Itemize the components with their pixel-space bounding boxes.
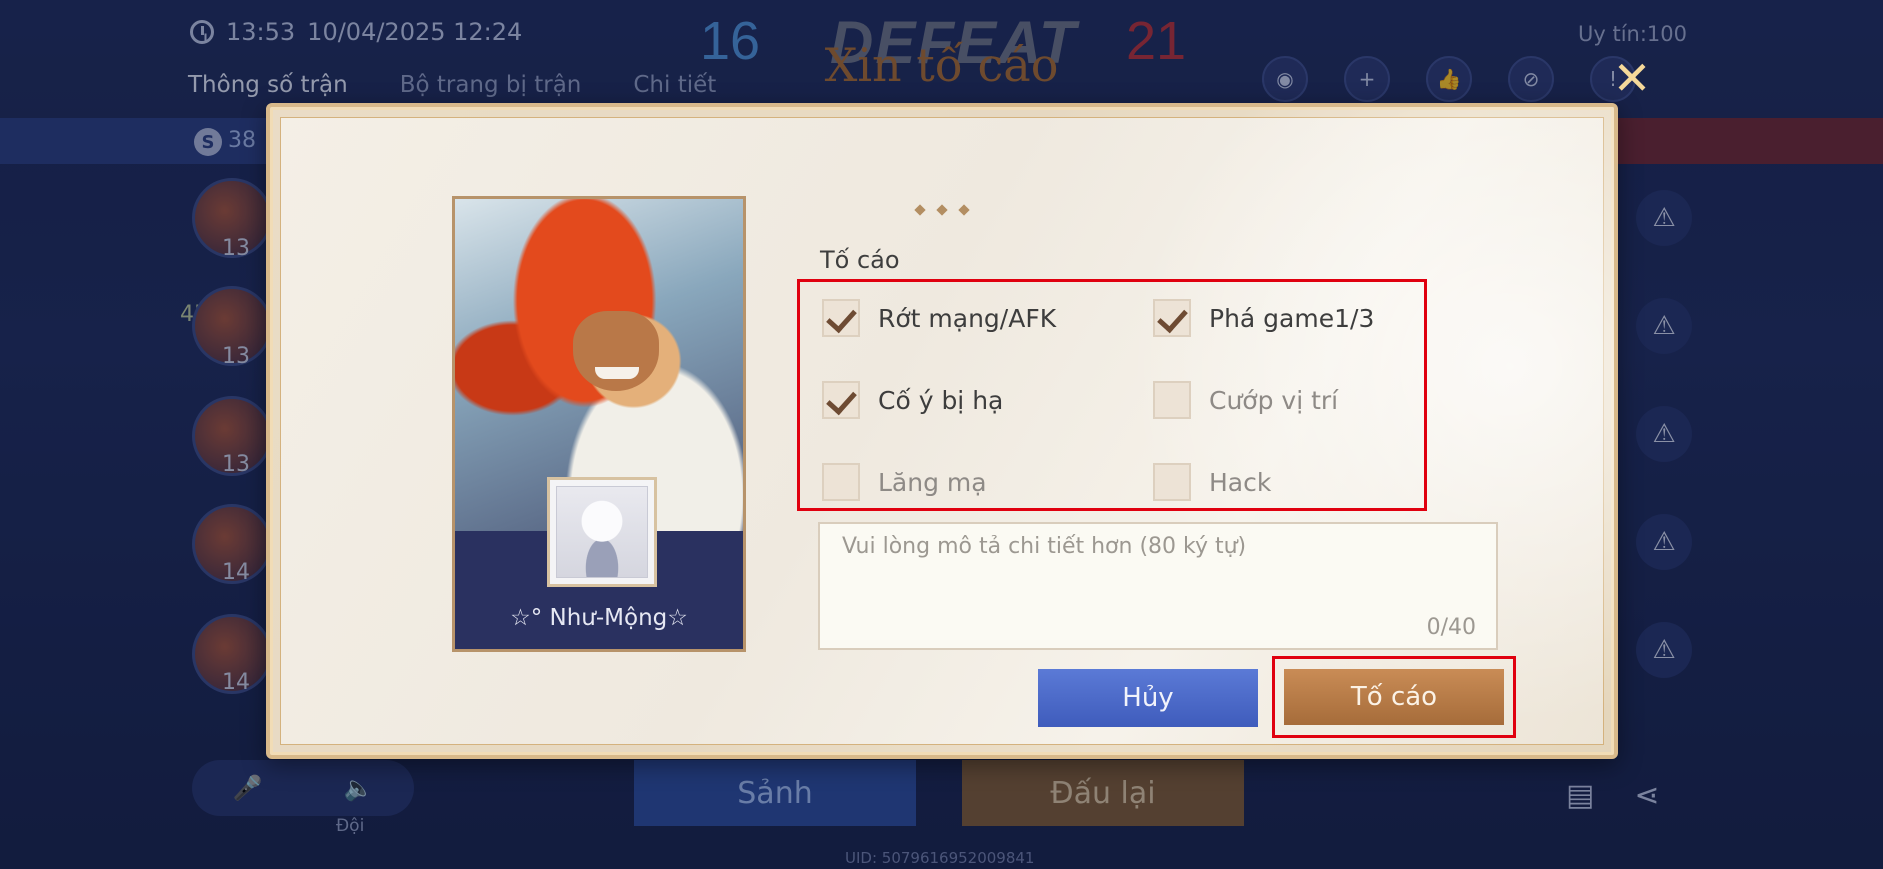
checkbox-afk[interactable] [822, 299, 860, 337]
reason-label: Cướp vị trí [1209, 385, 1339, 415]
reason-intentional-death[interactable]: Cố ý bị hạ [822, 381, 1003, 419]
reason-label: Phá game1/3 [1209, 303, 1375, 333]
reason-verbal-abuse[interactable]: Lăng mạ [822, 463, 987, 501]
close-button[interactable]: ✕ [1610, 55, 1654, 102]
reported-player-name: ☆° Như-Mộng☆ [510, 605, 688, 631]
reported-player-card: ☆° Như-Mộng☆ [452, 196, 746, 652]
reason-hack[interactable]: Hack [1153, 463, 1271, 501]
character-counter: 0/40 [1426, 615, 1476, 640]
reason-label: Rớt mạng/AFK [878, 303, 1057, 333]
reason-label: Cố ý bị hạ [878, 385, 1004, 415]
avatar [547, 477, 657, 587]
checkbox-role-stealing[interactable] [1153, 381, 1191, 419]
title-ornament [914, 204, 970, 216]
reason-afk[interactable]: Rớt mạng/AFK [822, 299, 1056, 337]
description-placeholder: Vui lòng mô tả chi tiết hơn (80 ký tự) [842, 534, 1247, 559]
checkbox-verbal-abuse[interactable] [822, 463, 860, 501]
submit-highlight: Tố cáo [1272, 656, 1516, 738]
checkbox-intentional-death[interactable] [822, 381, 860, 419]
report-section-label: Tố cáo [820, 246, 900, 274]
reason-role-stealing[interactable]: Cướp vị trí [1153, 381, 1338, 419]
reason-label: Hack [1209, 467, 1272, 497]
description-input[interactable]: Vui lòng mô tả chi tiết hơn (80 ký tự) 0… [818, 522, 1498, 650]
reason-label: Lăng mạ [878, 467, 987, 497]
reason-feeding[interactable]: Phá game1/3 [1153, 299, 1374, 337]
submit-report-button[interactable]: Tố cáo [1284, 669, 1504, 725]
checkbox-hack[interactable] [1153, 463, 1191, 501]
checkbox-feeding[interactable] [1153, 299, 1191, 337]
cancel-button[interactable]: Hủy [1038, 669, 1258, 727]
dialog-title: Xin tố cáo [824, 38, 1059, 92]
